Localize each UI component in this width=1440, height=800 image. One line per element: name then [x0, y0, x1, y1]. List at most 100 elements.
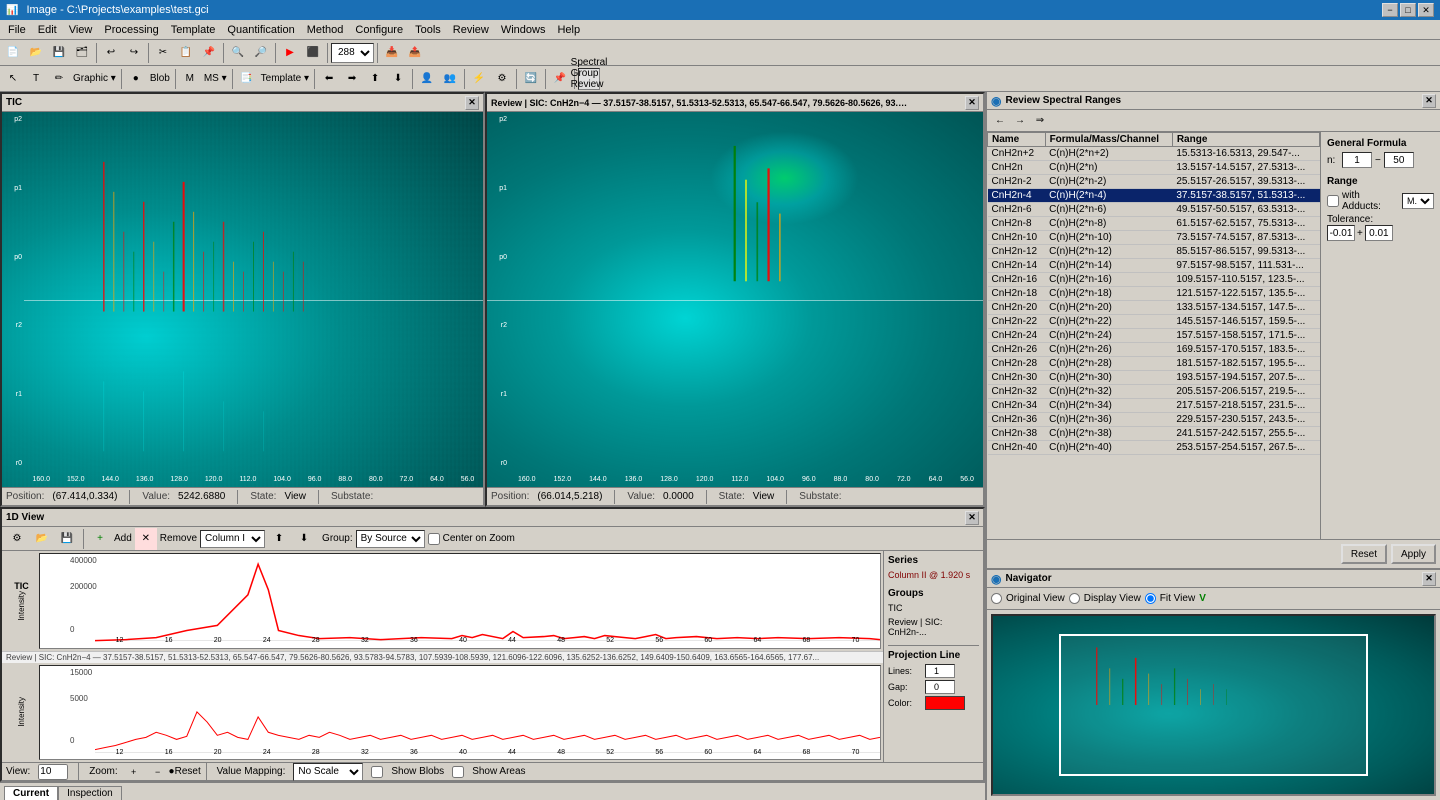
spectral-table-row[interactable]: CnH2n-10 C(n)H(2*n-10) 73.5157-74.5157, …	[988, 231, 1320, 245]
view1d-group-select[interactable]: By Source By Type	[356, 530, 425, 548]
proj-lines-input[interactable]	[925, 664, 955, 678]
nav-btn1[interactable]: ⬅	[318, 68, 340, 90]
undo-btn[interactable]: ↩	[100, 42, 122, 64]
tab-inspection[interactable]: Inspection	[58, 786, 122, 800]
view1d-add-btn[interactable]: +	[89, 528, 111, 550]
spectral-table-row[interactable]: CnH2n-26 C(n)H(2*n-26) 169.5157-170.5157…	[988, 343, 1320, 357]
view1d-settings-btn[interactable]: ⚙	[6, 528, 28, 550]
spectral-table-row[interactable]: CnH2n-28 C(n)H(2*n-28) 181.5157-182.5157…	[988, 357, 1320, 371]
view1d-remove-btn[interactable]: ✕	[135, 528, 157, 550]
spectral-table-row[interactable]: CnH2n+2 C(n)H(2*n+2) 15.5313-16.5313, 29…	[988, 147, 1320, 161]
menu-review[interactable]: Review	[447, 22, 495, 38]
copy-btn[interactable]: 📋	[175, 42, 197, 64]
apply-spectral-button[interactable]: Apply	[1391, 544, 1436, 564]
minimize-button[interactable]: −	[1382, 3, 1398, 17]
nav-btn2[interactable]: ➡	[341, 68, 363, 90]
text-btn[interactable]: T	[25, 68, 47, 90]
tol-plus-input[interactable]	[1365, 225, 1393, 241]
proj-color-swatch[interactable]	[925, 696, 965, 710]
tab-current[interactable]: Current	[4, 786, 58, 800]
menu-quantification[interactable]: Quantification	[221, 22, 300, 38]
spectral-forward1-btn[interactable]: →	[1011, 112, 1029, 130]
pointer-btn[interactable]: ↖	[2, 68, 24, 90]
spectral-table-row[interactable]: CnH2n-2 C(n)H(2*n-2) 25.5157-26.5157, 39…	[988, 175, 1320, 189]
maximize-button[interactable]: □	[1400, 3, 1416, 17]
stop-btn[interactable]: ⬛	[302, 42, 324, 64]
proj-gap-input[interactable]	[925, 680, 955, 694]
pin-btn[interactable]: 📌	[549, 68, 571, 90]
value-mapping-select[interactable]: No Scale Linear Log	[293, 763, 363, 781]
spectral-table-row[interactable]: CnH2n-14 C(n)H(2*n-14) 97.5157-98.5157, …	[988, 259, 1320, 273]
show-blobs-check[interactable]	[371, 766, 383, 778]
spectral-forward2-btn[interactable]: ⇒	[1031, 112, 1049, 130]
group-btn[interactable]: 👥	[439, 68, 461, 90]
person-btn[interactable]: 👤	[416, 68, 438, 90]
spectral-table-row[interactable]: CnH2n-4 C(n)H(2*n-4) 37.5157-38.5157, 51…	[988, 189, 1320, 203]
with-adducts-check[interactable]	[1327, 195, 1339, 207]
navigator-close-button[interactable]: ✕	[1422, 572, 1436, 586]
view1d-column-select[interactable]: Column I Column II	[200, 530, 265, 548]
menu-tools[interactable]: Tools	[409, 22, 447, 38]
spectral-table-row[interactable]: CnH2n-24 C(n)H(2*n-24) 157.5157-158.5157…	[988, 329, 1320, 343]
close-button[interactable]: ✕	[1418, 3, 1434, 17]
export-btn[interactable]: 📤	[404, 42, 426, 64]
ms-btn[interactable]: M	[179, 68, 201, 90]
formula-to-input[interactable]	[1384, 152, 1414, 168]
adducts-select[interactable]: M...	[1402, 193, 1434, 209]
nav-btn4[interactable]: ⬇	[387, 68, 409, 90]
spectral-table-row[interactable]: CnH2n-16 C(n)H(2*n-16) 109.5157-110.5157…	[988, 273, 1320, 287]
spectral-table-row[interactable]: CnH2n-32 C(n)H(2*n-32) 205.5157-206.5157…	[988, 385, 1320, 399]
fit-view-radio[interactable]	[1145, 593, 1156, 604]
zoom-in-small-btn[interactable]: +	[126, 764, 142, 780]
save-all-btn[interactable]: 🗂	[71, 42, 93, 64]
menu-help[interactable]: Help	[551, 22, 586, 38]
spectral-table-row[interactable]: CnH2n-22 C(n)H(2*n-22) 145.5157-146.5157…	[988, 315, 1320, 329]
spectral-table-row[interactable]: CnH2n-8 C(n)H(2*n-8) 61.5157-62.5157, 75…	[988, 217, 1320, 231]
reset-btn[interactable]: ● Reset	[174, 764, 196, 780]
show-areas-check[interactable]	[452, 766, 464, 778]
spectral-table-row[interactable]: CnH2n-12 C(n)H(2*n-12) 85.5157-86.5157, …	[988, 245, 1320, 259]
view1d-up-btn[interactable]: ⬆	[268, 528, 290, 550]
new-btn[interactable]: 📄	[2, 42, 24, 64]
blob-btn[interactable]: ●	[125, 68, 147, 90]
spectral-table-row[interactable]: CnH2n-40 C(n)H(2*n-40) 253.5157-254.5157…	[988, 441, 1320, 455]
display-view-radio[interactable]	[1069, 593, 1080, 604]
menu-processing[interactable]: Processing	[98, 22, 164, 38]
view-value-input[interactable]	[38, 764, 68, 780]
redo-btn[interactable]: ↪	[123, 42, 145, 64]
center-on-zoom-check[interactable]	[428, 533, 440, 545]
menu-edit[interactable]: Edit	[32, 22, 63, 38]
settings-btn[interactable]: ⚙	[491, 68, 513, 90]
tol-minus-input[interactable]	[1327, 225, 1355, 241]
spectral-table-row[interactable]: CnH2n-34 C(n)H(2*n-34) 217.5157-218.5157…	[988, 399, 1320, 413]
menu-file[interactable]: File	[2, 22, 32, 38]
spectral-close-button[interactable]: ✕	[1422, 94, 1436, 108]
spectral-table-row[interactable]: CnH2n-30 C(n)H(2*n-30) 193.5157-194.5157…	[988, 371, 1320, 385]
zoom-out-btn[interactable]: 🔎	[250, 42, 272, 64]
spectral-table-row[interactable]: CnH2n C(n)H(2*n) 13.5157-14.5157, 27.531…	[988, 161, 1320, 175]
spectral-table-row[interactable]: CnH2n-20 C(n)H(2*n-20) 133.5157-134.5157…	[988, 301, 1320, 315]
menu-template[interactable]: Template	[165, 22, 222, 38]
view1d-close-button[interactable]: ✕	[965, 511, 979, 525]
spectral-back-btn[interactable]: ←	[991, 112, 1009, 130]
view1d-open-btn[interactable]: 📂	[31, 528, 53, 550]
tic-close-button[interactable]: ✕	[465, 96, 479, 110]
spectral-list[interactable]: Name Formula/Mass/Channel Range CnH2n+2 …	[987, 132, 1320, 539]
spectral-review-btn[interactable]: Spectral Group Review ▾	[578, 68, 600, 90]
cut-btn[interactable]: ✂	[152, 42, 174, 64]
paste-btn[interactable]: 📌	[198, 42, 220, 64]
save-btn[interactable]: 💾	[48, 42, 70, 64]
menu-method[interactable]: Method	[301, 22, 350, 38]
nav-btn3[interactable]: ⬆	[364, 68, 386, 90]
view1d-save-btn[interactable]: 💾	[56, 528, 78, 550]
zoom-out-small-btn[interactable]: −	[150, 764, 166, 780]
formula-n-input[interactable]	[1342, 152, 1372, 168]
spectral-table-row[interactable]: CnH2n-36 C(n)H(2*n-36) 229.5157-230.5157…	[988, 413, 1320, 427]
action-btn[interactable]: ⚡	[468, 68, 490, 90]
spectral-table-row[interactable]: CnH2n-6 C(n)H(2*n-6) 49.5157-50.5157, 63…	[988, 203, 1320, 217]
import-btn[interactable]: 📥	[381, 42, 403, 64]
open-btn[interactable]: 📂	[25, 42, 47, 64]
template-btn[interactable]: 📑	[236, 68, 258, 90]
review-close-button[interactable]: ✕	[965, 96, 979, 110]
spectral-table-row[interactable]: CnH2n-18 C(n)H(2*n-18) 121.5157-122.5157…	[988, 287, 1320, 301]
